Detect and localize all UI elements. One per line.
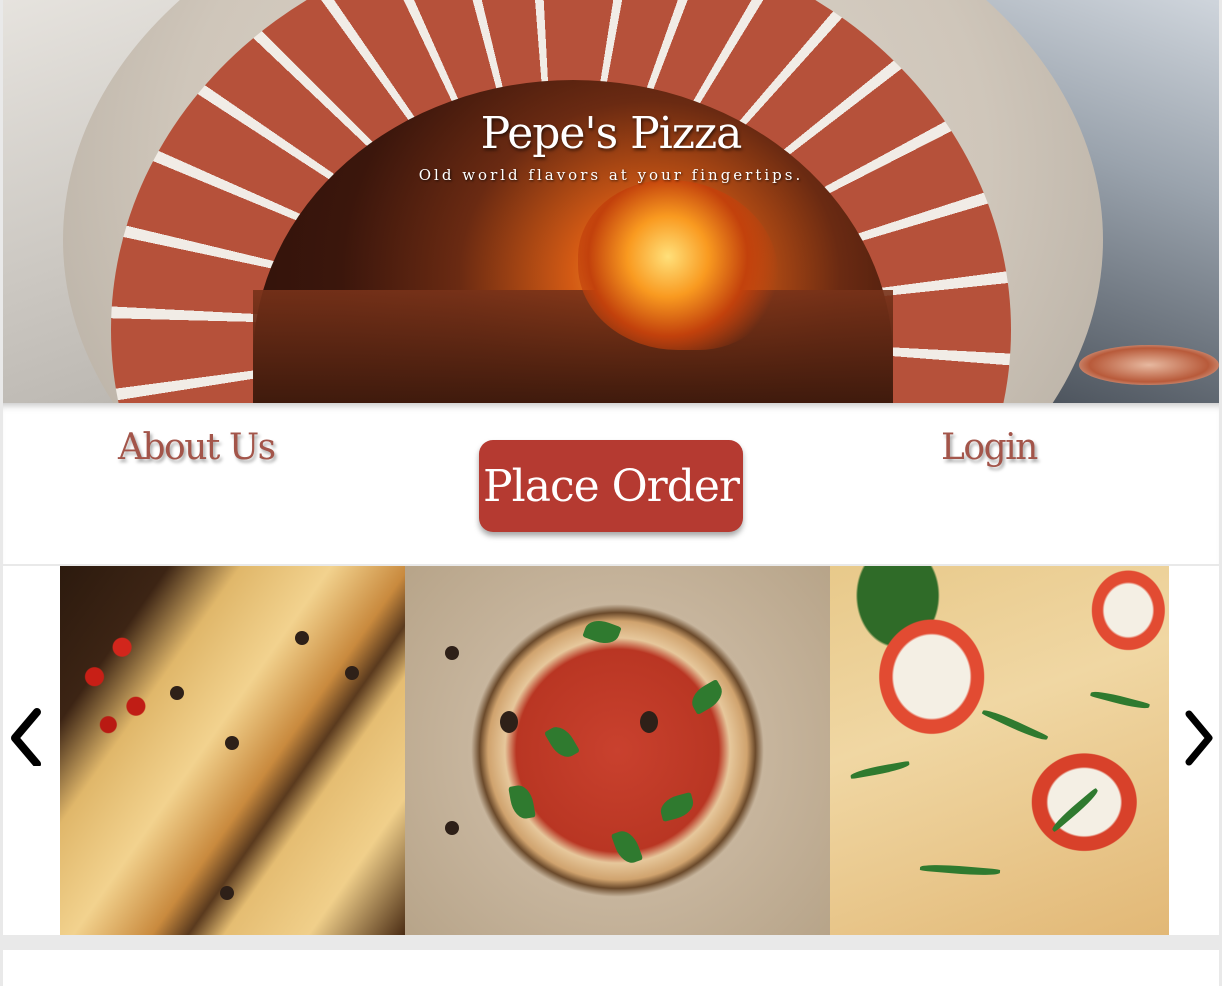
- slide-1-char-spot: [170, 686, 184, 700]
- slide-1-char-spot: [295, 631, 309, 645]
- slide-3-basil-strip: [1049, 787, 1101, 833]
- site-tagline: Old world flavors at your fingertips.: [418, 166, 804, 184]
- pizza-carousel: [3, 566, 1219, 935]
- slide-3-basil-strip: [919, 862, 1001, 878]
- hero-plate: [1079, 345, 1219, 385]
- slide-2-basil-leaf: [582, 615, 622, 649]
- slide-2-basil-leaf: [508, 783, 536, 821]
- place-order-button[interactable]: Place Order: [479, 440, 743, 532]
- about-us-link[interactable]: About Us: [118, 427, 276, 468]
- login-link[interactable]: Login: [941, 427, 1038, 468]
- oven-floor: [253, 290, 893, 403]
- carousel-slide-1: [60, 566, 405, 935]
- page: Pepe's Pizza Old world flavors at your f…: [0, 0, 1222, 986]
- slide-2-basil-leaf: [686, 678, 728, 716]
- hero-banner: Pepe's Pizza Old world flavors at your f…: [3, 0, 1219, 403]
- slide-2-char-spot: [445, 821, 459, 835]
- slide-2-basil-leaf: [610, 827, 644, 867]
- slide-2-olive: [500, 711, 518, 733]
- slide-2-basil-leaf: [543, 721, 581, 763]
- slide-2-basil-leaf: [657, 791, 697, 823]
- chevron-left-icon: [11, 708, 41, 768]
- slide-3-basil-strip: [849, 760, 911, 780]
- carousel-slide-2: [405, 566, 830, 935]
- carousel-next-button[interactable]: [1179, 706, 1219, 766]
- carousel-prev-button[interactable]: [5, 706, 45, 768]
- slide-1-char-spot: [345, 666, 359, 680]
- content-section: [3, 950, 1219, 986]
- main-nav: About Us Place Order Login: [3, 403, 1219, 564]
- carousel-slide-3: [830, 566, 1169, 935]
- slide-3-basil-strip: [1089, 688, 1151, 712]
- chevron-right-icon: [1185, 710, 1213, 766]
- slide-3-basil-strip: [981, 706, 1049, 744]
- site-title: Pepe's Pizza: [480, 108, 743, 159]
- slide-1-char-spot: [220, 886, 234, 900]
- slide-1-char-spot: [225, 736, 239, 750]
- slide-2-olive: [640, 711, 658, 733]
- slide-2-char-spot: [445, 646, 459, 660]
